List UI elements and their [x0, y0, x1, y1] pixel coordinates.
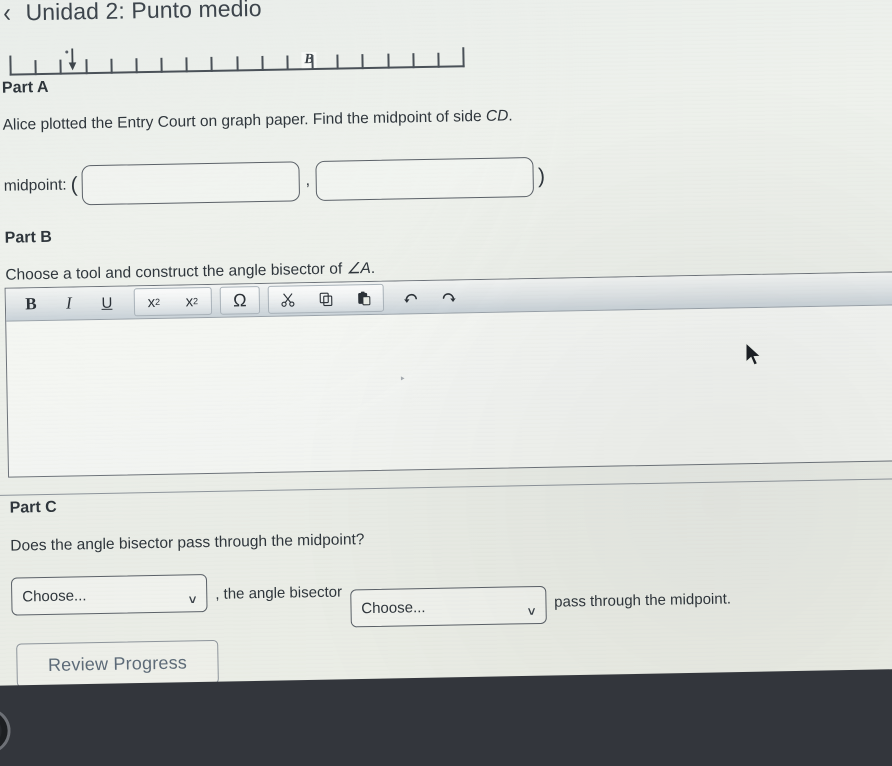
toolbar-group-history: [392, 283, 468, 310]
device-bezel: [0, 668, 892, 766]
paste-button[interactable]: [345, 285, 383, 312]
ruler-tick: [361, 54, 364, 70]
down-arrow-icon: [68, 48, 77, 71]
part-a-prompt-text: Alice plotted the Entry Court on graph p…: [2, 107, 487, 134]
part-b-prompt-text: Choose a tool and construct the angle bi…: [5, 260, 347, 284]
part-c-prompt: Does the angle bisector pass through the…: [10, 531, 365, 555]
part-a-prompt-period: .: [508, 107, 513, 125]
undo-icon: [404, 293, 417, 303]
bold-button[interactable]: B: [12, 291, 50, 318]
back-chevron-icon[interactable]: ‹: [3, 0, 11, 28]
review-progress-button[interactable]: Review Progress: [16, 639, 219, 688]
close-paren: ): [537, 164, 546, 188]
ruler-tick: [135, 58, 138, 74]
part-b-prompt-period: .: [370, 259, 376, 277]
ruler-tick: [185, 57, 188, 73]
page-title: Unidad 2: Punto medio: [25, 0, 262, 26]
underline-button[interactable]: U: [88, 289, 126, 316]
ruler-widget: B: [9, 41, 465, 76]
device-camera-dot: [0, 707, 12, 755]
toolbar-group-clipboard: [267, 283, 385, 314]
italic-button[interactable]: I: [50, 290, 88, 317]
review-progress-label: Review Progress: [47, 651, 188, 675]
paste-icon: [357, 291, 370, 305]
dropdown-does-pass[interactable]: Choose... ˅: [349, 585, 547, 628]
midpoint-x-input[interactable]: [81, 161, 300, 206]
dropdown-2-wrapper: Choose... ˅: [349, 585, 547, 628]
part-c-heading: Part C: [9, 498, 57, 517]
ruler-tick: [34, 60, 37, 76]
section-divider: [0, 477, 892, 497]
ruler-tick: [462, 47, 465, 68]
ruler-tick: [110, 58, 113, 74]
copy-button[interactable]: [307, 285, 345, 312]
ruler-tick: [59, 59, 63, 75]
chevron-down-icon-2: ˅: [527, 604, 536, 620]
dropdown-does-or-not[interactable]: Choose... ˅: [10, 574, 208, 616]
toolbar-group-format: B I U: [12, 289, 126, 317]
cut-button[interactable]: [269, 286, 307, 313]
rich-text-editor[interactable]: B I U x2 x2 Ω ‣: [4, 271, 892, 478]
ruler-tick: [9, 55, 12, 76]
part-b-heading: Part B: [4, 228, 52, 247]
dropdown-2-value: Choose...: [361, 598, 426, 617]
part-a-prompt: Alice plotted the Entry Court on graph p…: [2, 107, 512, 134]
toolbar-group-script: x2 x2: [133, 286, 213, 317]
ruler-tick: [437, 52, 440, 68]
scissors-icon: [280, 292, 294, 307]
ruler-tick: [261, 55, 264, 71]
ruler-tick: [235, 56, 239, 72]
midpoint-label: midpoint:: [3, 176, 67, 195]
chevron-down-icon: ˅: [188, 592, 197, 608]
redo-button[interactable]: [430, 283, 468, 310]
ruler-tick: [210, 56, 214, 72]
ruler-tick: [336, 54, 339, 70]
open-paren: (: [70, 173, 78, 197]
ruler-tick: [160, 57, 163, 73]
undo-button[interactable]: [392, 284, 430, 311]
part-c-middle-text: , the angle bisector: [215, 583, 343, 603]
part-a-prompt-segment: CD: [485, 107, 509, 125]
subscript-button[interactable]: x2: [173, 288, 211, 315]
special-character-button[interactable]: Ω: [221, 287, 259, 314]
part-a-heading: Part A: [1, 78, 49, 97]
editor-caret-smudge: ‣: [399, 373, 406, 386]
toolbar-group-symbols: Ω: [219, 286, 261, 315]
ruler-tick: [386, 53, 390, 69]
ruler-label-b: B: [301, 51, 317, 69]
redo-icon: [442, 292, 456, 302]
ruler-tick: [84, 59, 88, 75]
superscript-button[interactable]: x2: [135, 289, 173, 316]
app-screen: ‹ Unidad 2: Punto medio B Part A Alice p…: [0, 0, 892, 722]
midpoint-answer-row: midpoint: ( , ): [3, 156, 546, 207]
part-c-answer-row: Choose... ˅ , the angle bisector Choose.…: [10, 564, 732, 633]
ruler-tick: [286, 55, 289, 71]
ruler-tick: [311, 55, 314, 71]
copy-icon: [319, 292, 332, 306]
ruler-tick: [412, 53, 415, 69]
part-b-prompt: Choose a tool and construct the angle bi…: [5, 259, 375, 285]
app-header: ‹ Unidad 2: Punto medio: [2, 0, 262, 28]
screen-photo: ‹ Unidad 2: Punto medio B Part A Alice p…: [0, 0, 892, 766]
editor-content-area[interactable]: ‣: [6, 305, 892, 477]
midpoint-y-input[interactable]: [315, 156, 535, 201]
part-c-tail-text: pass through the midpoint.: [554, 590, 732, 611]
midpoint-comma: ,: [305, 172, 311, 190]
dropdown-1-value: Choose...: [22, 586, 87, 605]
part-b-prompt-angle: ∠A: [346, 259, 371, 278]
